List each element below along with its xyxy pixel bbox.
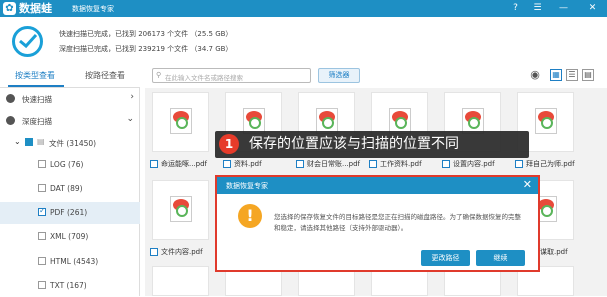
active-tab-indicator: [8, 85, 64, 87]
dialog-header: 数据恢复专家 ✕: [217, 177, 538, 194]
file-name: 资料.pdf: [234, 160, 262, 168]
sidebar-item-label: 快速扫描: [22, 95, 52, 104]
dialog-title: 数据恢复专家: [226, 182, 268, 190]
dialog-message-line-1: 您选择的保存恢复文件的目标路径是您正在扫描的磁盘路径。为了确保数据恢复的完整: [274, 213, 521, 221]
filter-button[interactable]: 筛选器: [318, 68, 360, 83]
sidebar-item-label: 深度扫描: [22, 117, 52, 126]
radio-icon: [6, 116, 15, 125]
file-tile[interactable]: [152, 180, 209, 240]
tab-by-path[interactable]: 按路径查看: [72, 70, 138, 81]
sidebar-item-label: DAT (89): [50, 184, 83, 193]
checkbox[interactable]: [38, 184, 46, 192]
search-input[interactable]: ⚲ 在此输入文件名或路径搜索: [152, 68, 311, 83]
grid-view-icon[interactable]: ▦: [550, 69, 562, 81]
checkbox[interactable]: [38, 232, 46, 240]
scan-summary: 快速扫描已完成，已找到 206173 个文件 （25.5 GB） 深度扫描已完成…: [0, 17, 607, 66]
file-name: 文件内容.pdf: [161, 248, 203, 256]
checkbox-checked[interactable]: ✓: [38, 206, 46, 216]
pdf-file-icon: [170, 108, 192, 134]
sidebar-item-quick-scan[interactable]: 快速扫描 ›: [0, 88, 140, 110]
chevron-down-icon: ⌄: [126, 114, 134, 124]
sidebar-item-label: HTML (4543): [50, 257, 99, 266]
sidebar-item-log[interactable]: LOG (76): [0, 154, 140, 176]
sidebar-item-label: XML (709): [50, 232, 89, 241]
sidebar-item-deep-scan[interactable]: 深度扫描 ⌄: [0, 110, 140, 132]
chevron-down-icon: ⌄: [14, 137, 21, 146]
close-button[interactable]: ✕: [585, 1, 600, 16]
file-name: 财会日常账...pdf: [307, 160, 361, 168]
sidebar: 快速扫描 › 深度扫描 ⌄ ⌄ ▤ 文件 (31450) LOG (76) DA…: [0, 88, 140, 296]
sidebar-item-xml[interactable]: XML (709): [0, 226, 140, 248]
app-subtitle: 数据恢复专家: [72, 5, 114, 13]
sidebar-item-dat[interactable]: DAT (89): [0, 178, 140, 200]
search-icon: ⚲: [156, 71, 162, 79]
file-checkbox[interactable]: [150, 160, 158, 168]
file-name: 工作资料.pdf: [380, 160, 422, 168]
warning-dialog: 数据恢复专家 ✕ ! 您选择的保存恢复文件的目标路径是您正在扫描的磁盘路径。为了…: [215, 175, 540, 272]
file-checkbox[interactable]: [369, 160, 377, 168]
file-tile[interactable]: [152, 266, 209, 296]
detail-view-icon[interactable]: ▤: [582, 69, 594, 81]
radio-icon: [6, 94, 15, 103]
file-name: 命运能啄...pdf: [161, 160, 208, 168]
file-name: 拜自己为师.pdf: [526, 160, 575, 168]
title-bar: ✿ 数据蛙 数据恢复专家 ? ☰ — ✕: [0, 0, 607, 17]
help-icon[interactable]: ?: [508, 1, 523, 16]
file-checkbox[interactable]: [223, 160, 231, 168]
folder-icon: ▤: [37, 137, 45, 146]
file-checkbox[interactable]: [296, 160, 304, 168]
chevron-right-icon: ›: [130, 92, 134, 102]
pdf-file-icon: [535, 108, 557, 134]
toolbar: ⚲ 在此输入文件名或路径搜索 筛选器 ◉ ▦ ☰ ▤: [148, 67, 607, 85]
file-checkbox[interactable]: [515, 160, 523, 168]
warning-icon: !: [238, 204, 262, 228]
app-name: 数据蛙: [19, 2, 52, 15]
sidebar-item-label: LOG (76): [50, 160, 84, 169]
deep-scan-status: 深度扫描已完成，已找到 239219 个文件 （34.7 GB）: [59, 45, 233, 53]
sidebar-item-label: TXT (167): [50, 281, 87, 290]
sidebar-item-files[interactable]: ⌄ ▤ 文件 (31450): [0, 132, 140, 154]
sidebar-item-html[interactable]: HTML (4543): [0, 251, 140, 273]
file-tile[interactable]: [152, 92, 209, 152]
preview-eye-icon[interactable]: ◉: [529, 69, 541, 81]
continue-button[interactable]: 继续: [476, 250, 525, 266]
sidebar-item-pdf[interactable]: ✓ PDF (261): [0, 202, 140, 224]
app-logo-icon: ✿: [3, 2, 16, 15]
minimize-button[interactable]: —: [556, 1, 571, 16]
sidebar-item-txt[interactable]: TXT (167): [0, 275, 140, 297]
checkbox[interactable]: [38, 160, 46, 168]
view-tabs: 按类型查看 按路径查看: [0, 66, 140, 88]
change-path-button[interactable]: 更改路径: [421, 250, 470, 266]
list-view-icon[interactable]: ☰: [566, 69, 578, 81]
file-checkbox[interactable]: [442, 160, 450, 168]
quick-scan-status: 快速扫描已完成，已找到 206173 个文件 （25.5 GB）: [59, 30, 233, 38]
dialog-message-line-2: 和稳定，请选择其他路径（支持外部驱动器）。: [274, 224, 408, 232]
callout-text: 保存的位置应该与扫描的位置不同: [249, 136, 459, 152]
file-name: 设置内容.pdf: [453, 160, 495, 168]
close-icon[interactable]: ✕: [523, 178, 532, 191]
sidebar-item-label: 文件 (31450): [49, 139, 97, 148]
step-number-badge: 1: [219, 134, 239, 154]
search-placeholder: 在此输入文件名或路径搜索: [165, 74, 243, 82]
sidebar-item-label: PDF (261): [50, 208, 88, 217]
file-checkbox[interactable]: [150, 248, 158, 256]
checkbox[interactable]: [25, 138, 33, 146]
scan-complete-icon: [12, 26, 43, 57]
pdf-file-icon: [170, 196, 192, 222]
tab-by-type[interactable]: 按类型查看: [2, 70, 68, 81]
annotation-callout: 1 保存的位置应该与扫描的位置不同: [215, 131, 529, 158]
settings-icon[interactable]: ☰: [530, 1, 545, 16]
checkbox[interactable]: [38, 257, 46, 265]
checkbox[interactable]: [38, 281, 46, 289]
